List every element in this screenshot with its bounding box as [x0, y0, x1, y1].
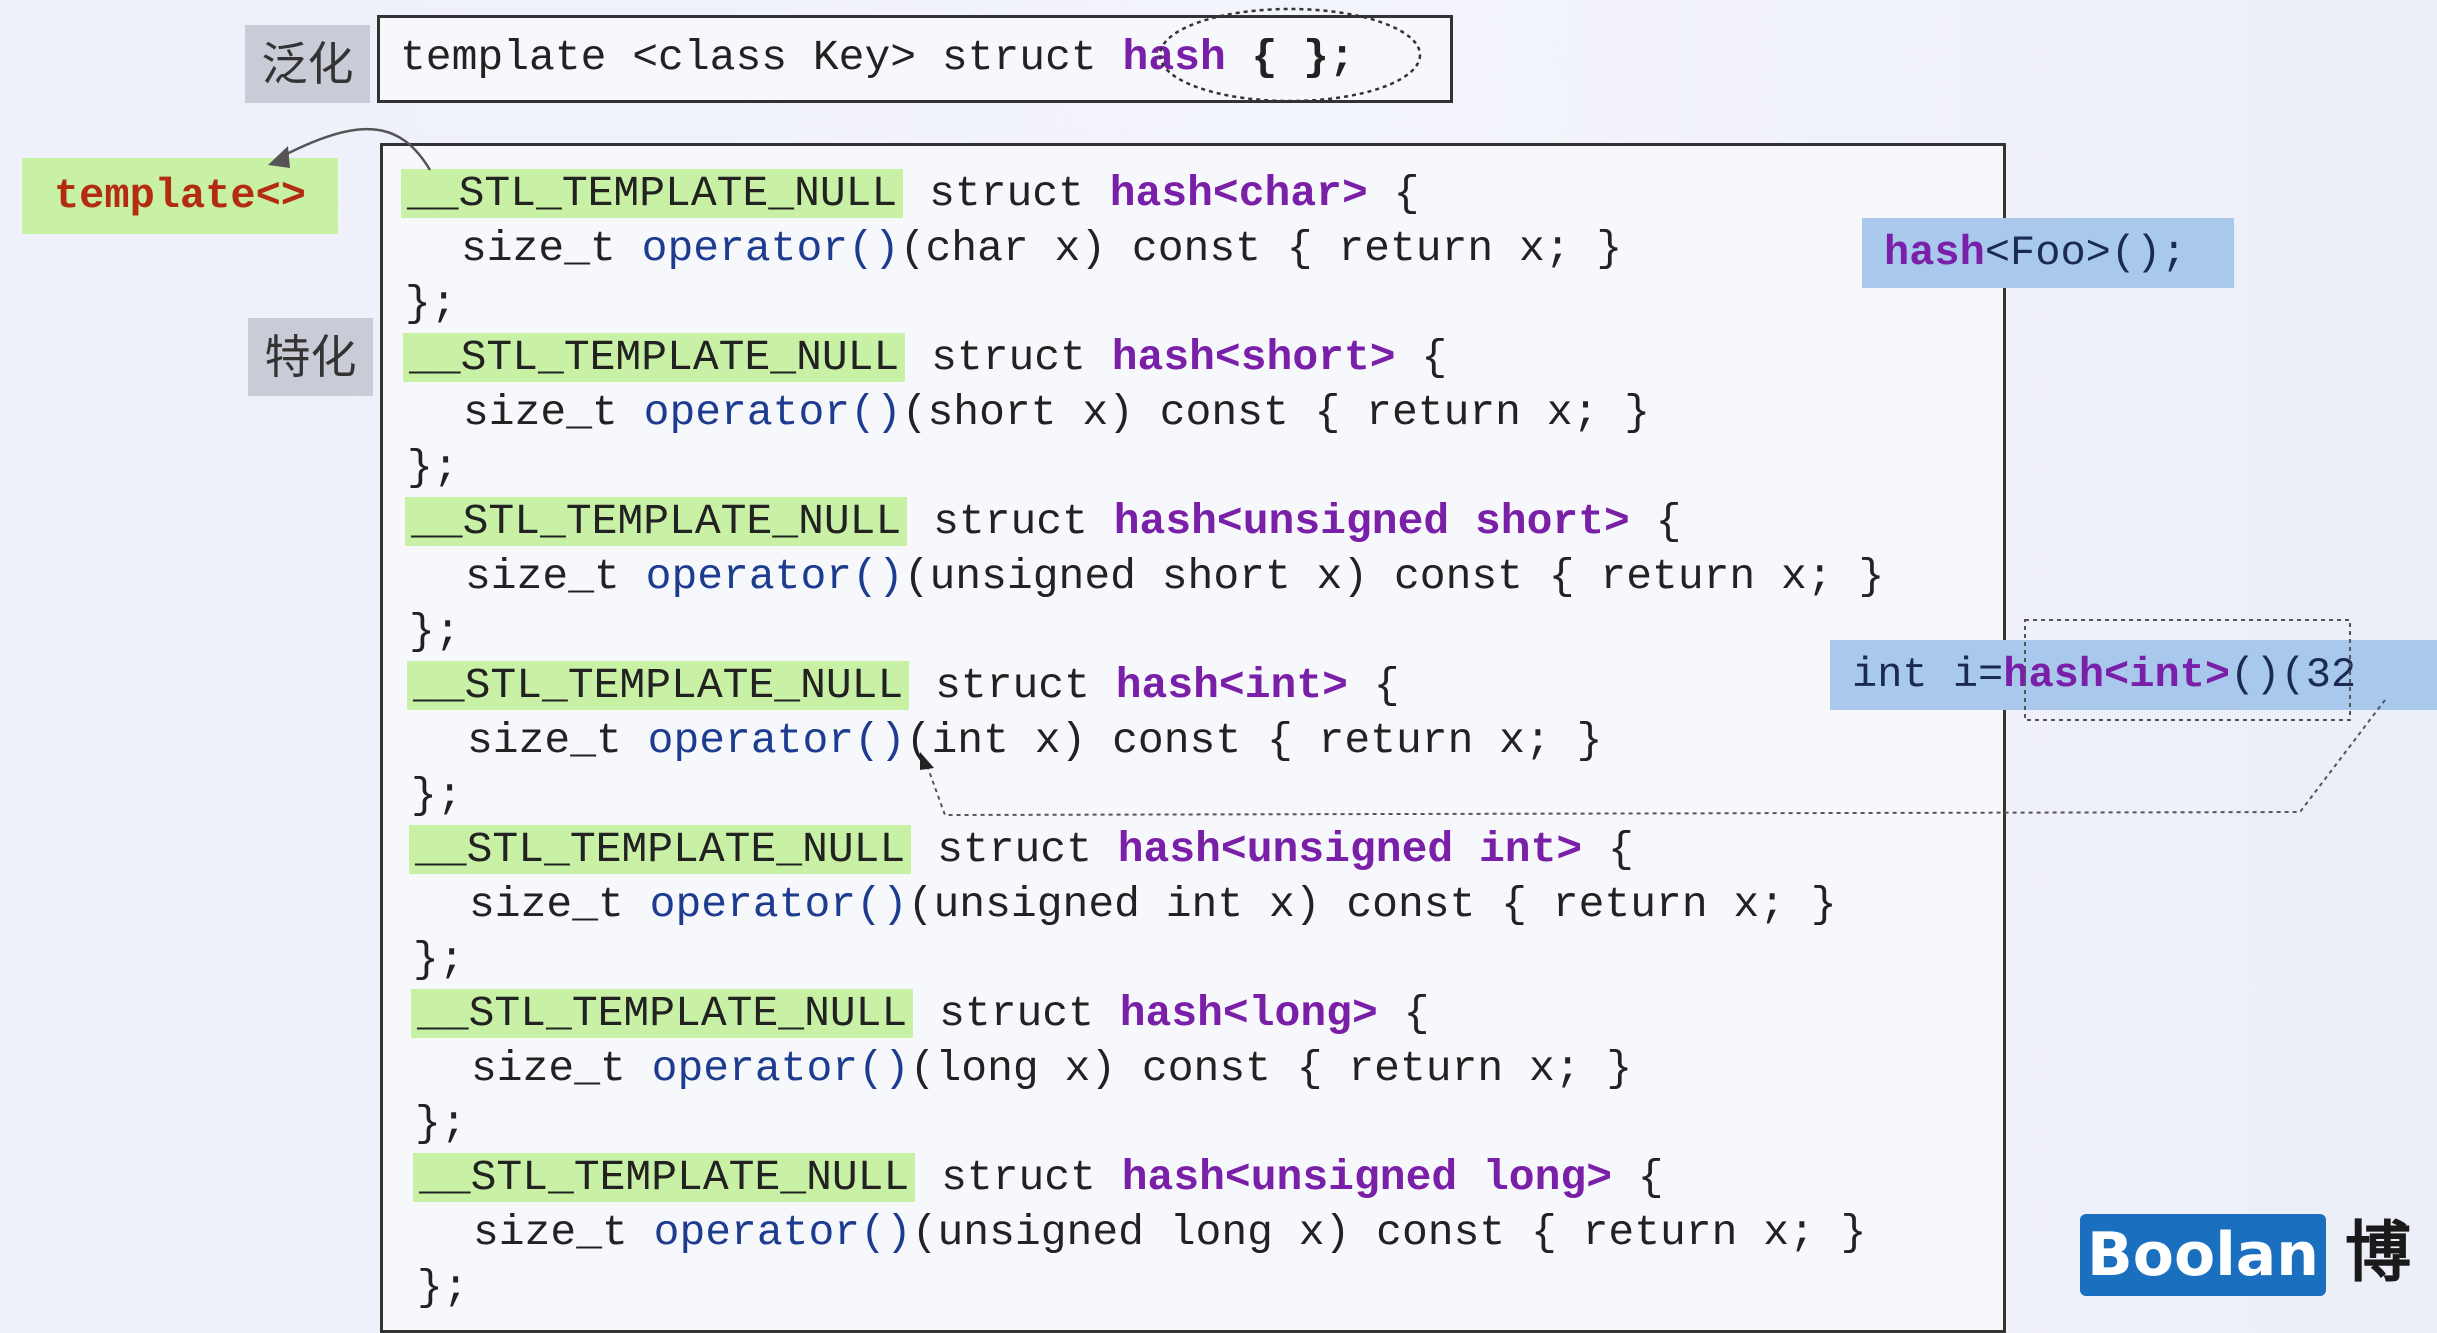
hash-int-selection-box [2024, 619, 2351, 721]
mouse-cursor-icon [920, 752, 934, 770]
template-arrow-line [274, 128, 432, 171]
hash-int-connector [924, 699, 2386, 817]
hash-highlight-ellipse [1158, 7, 1422, 103]
annotation-overlay [268, 7, 2386, 817]
template-arrow-head [268, 146, 290, 168]
